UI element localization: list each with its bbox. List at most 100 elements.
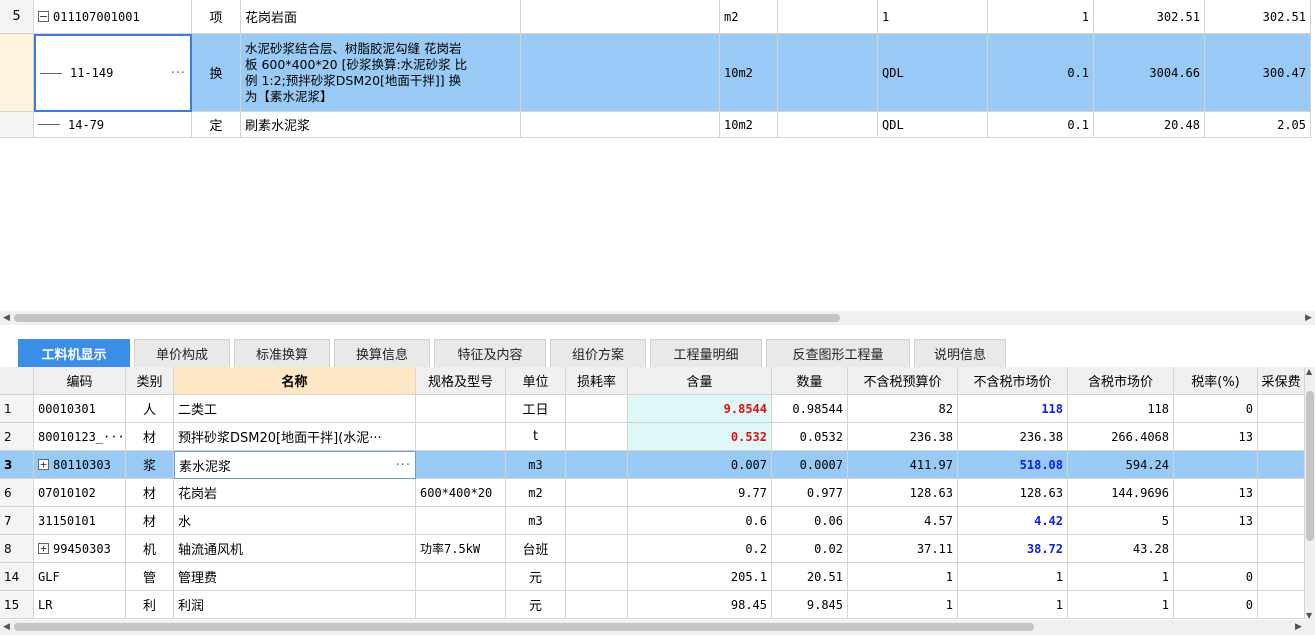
tax-rate-cell[interactable]: 13 (1174, 479, 1258, 507)
tax-market-price-cell[interactable]: 594.24 (1068, 451, 1174, 479)
tab-unit-price-composition[interactable]: 单价构成 (134, 339, 230, 367)
table-row-selected[interactable]: 3 + 80110303 浆 素水泥浆 ··· m3 0.007 0.0007 … (0, 451, 1305, 479)
expr-cell[interactable]: QDL (878, 34, 988, 112)
code-cell[interactable]: + 80110303 (34, 451, 126, 479)
content-cell[interactable]: 0.532 (628, 423, 772, 451)
expr-cell[interactable]: 1 (878, 0, 988, 34)
code-cell-editing[interactable]: 11-149 ··· (34, 34, 192, 112)
scrollbar-thumb[interactable] (14, 623, 1034, 631)
name-cell[interactable]: 花岗岩面 (241, 0, 521, 34)
scroll-left-icon[interactable]: ◀ (3, 311, 10, 325)
spec-cell[interactable] (416, 507, 506, 535)
tax-market-price-cell[interactable]: 1 (1068, 563, 1174, 591)
loss-cell[interactable] (566, 591, 628, 619)
expr-cell[interactable]: QDL (878, 112, 988, 138)
purchase-fee-cell[interactable] (1258, 451, 1305, 479)
code-cell[interactable]: GLF (34, 563, 126, 591)
lower-horizontal-scrollbar[interactable]: ◀ ▶ (0, 620, 1315, 635)
spec-cell[interactable] (416, 395, 506, 423)
table-row[interactable]: 1 00010301 人 二类工 工日 9.8544 0.98544 82 11… (0, 395, 1305, 423)
content-cell[interactable]: 0.007 (628, 451, 772, 479)
header-loss-rate[interactable]: 损耗率 (566, 367, 628, 395)
code-cell[interactable]: LR (34, 591, 126, 619)
upper-horizontal-scrollbar[interactable]: ◀ ▶ (0, 311, 1315, 325)
content-cell[interactable]: 9.8544 (628, 395, 772, 423)
market-price-cell[interactable]: 1 (958, 591, 1068, 619)
purchase-fee-cell[interactable] (1258, 591, 1305, 619)
tax-market-price-cell[interactable]: 5 (1068, 507, 1174, 535)
name-cell-editing[interactable]: 素水泥浆 ··· (174, 451, 416, 479)
tax-market-price-cell[interactable]: 118 (1068, 395, 1174, 423)
tab-quantity-details[interactable]: 工程量明细 (650, 339, 762, 367)
tab-pricing-scheme[interactable]: 组价方案 (550, 339, 646, 367)
market-price-cell[interactable]: 118 (958, 395, 1068, 423)
scrollbar-thumb[interactable] (1306, 391, 1314, 541)
table-row[interactable]: 2 80010123_··· 材 预拌砂浆DSM20[地面干拌](水泥··· t… (0, 423, 1305, 451)
header-spec[interactable]: 规格及型号 (416, 367, 506, 395)
expand-icon[interactable]: + (38, 543, 49, 554)
purchase-fee-cell[interactable] (1258, 535, 1305, 563)
header-name[interactable]: 名称 (174, 367, 416, 395)
header-category[interactable]: 类别 (126, 367, 174, 395)
header-content[interactable]: 含量 (628, 367, 772, 395)
code-cell[interactable]: − 011107001001 (34, 0, 192, 34)
spec-cell[interactable] (416, 563, 506, 591)
content-cell[interactable]: 98.45 (628, 591, 772, 619)
name-cell[interactable]: 水泥砂浆结合层、树脂胶泥勾缝 花岗岩 板 600*400*20 [砂浆换算:水泥… (241, 34, 521, 112)
loss-cell[interactable] (566, 423, 628, 451)
scroll-left-icon[interactable]: ◀ (3, 620, 10, 634)
market-price-cell[interactable]: 1 (958, 563, 1068, 591)
lower-vertical-scrollbar[interactable]: ▲ ▼ (1305, 367, 1315, 620)
header-tax-market-price[interactable]: 含税市场价 (1068, 367, 1174, 395)
tax-rate-cell[interactable]: 0 (1174, 395, 1258, 423)
header-tax-rate[interactable]: 税率(%) (1174, 367, 1258, 395)
code-cell[interactable]: 07010102 (34, 479, 126, 507)
tab-conversion-info[interactable]: 换算信息 (334, 339, 430, 367)
loss-cell[interactable] (566, 507, 628, 535)
header-market-price[interactable]: 不含税市场价 (958, 367, 1068, 395)
content-cell[interactable]: 205.1 (628, 563, 772, 591)
content-cell[interactable]: 9.77 (628, 479, 772, 507)
tax-market-price-cell[interactable]: 266.4068 (1068, 423, 1174, 451)
name-cell[interactable]: 花岗岩 (174, 479, 416, 507)
code-cell[interactable]: + 99450303 (34, 535, 126, 563)
market-price-cell[interactable]: 4.42 (958, 507, 1068, 535)
tax-market-price-cell[interactable]: 1 (1068, 591, 1174, 619)
header-code[interactable]: 编码 (34, 367, 126, 395)
table-row[interactable]: 7 31150101 材 水 m3 0.6 0.06 4.57 4.42 5 1… (0, 507, 1305, 535)
more-button[interactable]: ··· (396, 458, 411, 473)
tab-labor-material-machine[interactable]: 工料机显示 (18, 339, 130, 367)
tab-standard-conversion[interactable]: 标准换算 (234, 339, 330, 367)
tab-features-content[interactable]: 特征及内容 (434, 339, 546, 367)
header-unit[interactable]: 单位 (506, 367, 566, 395)
spec-cell[interactable]: 功率7.5kW (416, 535, 506, 563)
table-row[interactable]: 15 LR 利 利润 元 98.45 9.845 1 1 1 0 (0, 591, 1305, 619)
table-row[interactable]: 14 GLF 管 管理费 元 205.1 20.51 1 1 1 0 (0, 563, 1305, 591)
name-cell[interactable]: 管理费 (174, 563, 416, 591)
table-row[interactable]: 8 + 99450303 机 轴流通风机 功率7.5kW 台班 0.2 0.02… (0, 535, 1305, 563)
market-price-cell[interactable]: 518.08 (958, 451, 1068, 479)
scroll-down-icon[interactable]: ▼ (1306, 611, 1312, 620)
tab-description[interactable]: 说明信息 (914, 339, 1006, 367)
loss-cell[interactable] (566, 451, 628, 479)
tax-rate-cell[interactable] (1174, 451, 1258, 479)
code-cell[interactable]: 31150101 (34, 507, 126, 535)
loss-cell[interactable] (566, 563, 628, 591)
collapse-icon[interactable]: − (38, 11, 49, 22)
market-price-cell[interactable]: 128.63 (958, 479, 1068, 507)
tax-rate-cell[interactable]: 0 (1174, 591, 1258, 619)
name-cell[interactable]: 轴流通风机 (174, 535, 416, 563)
code-cell[interactable]: 00010301 (34, 395, 126, 423)
name-cell[interactable]: 预拌砂浆DSM20[地面干拌](水泥··· (174, 423, 416, 451)
scroll-right-icon[interactable]: ▶ (1295, 620, 1302, 634)
loss-cell[interactable] (566, 395, 628, 423)
header-purchase-fee[interactable]: 采保费 (1258, 367, 1305, 395)
expand-icon[interactable]: + (38, 459, 49, 470)
loss-cell[interactable] (566, 535, 628, 563)
scroll-up-icon[interactable]: ▲ (1306, 367, 1312, 376)
spec-cell[interactable]: 600*400*20 (416, 479, 506, 507)
purchase-fee-cell[interactable] (1258, 423, 1305, 451)
spec-cell[interactable] (416, 591, 506, 619)
market-price-cell[interactable]: 236.38 (958, 423, 1068, 451)
purchase-fee-cell[interactable] (1258, 507, 1305, 535)
